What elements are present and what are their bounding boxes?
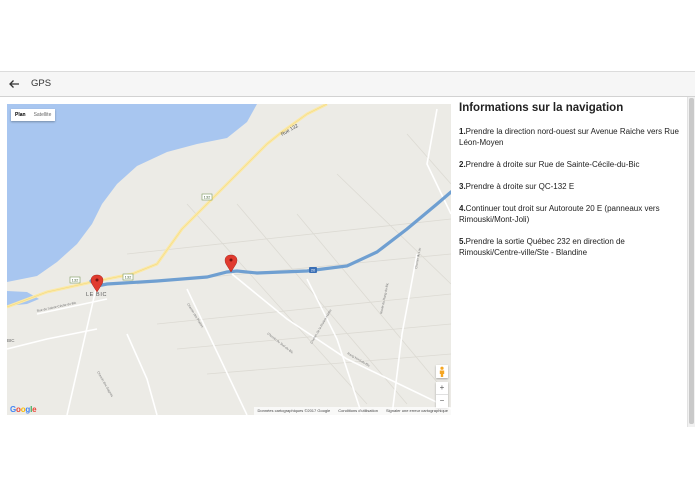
road-label: Chemin des Gagnés [96, 371, 114, 399]
place-label-bic: BIC [7, 338, 15, 343]
app-title: GPS [31, 78, 52, 89]
scrollbar[interactable] [687, 97, 695, 427]
navigation-step: 1.Prendre la direction nord-ouest sur Av… [459, 126, 687, 148]
arrow-left-icon[interactable] [6, 76, 22, 92]
map-type-control: Plan Satellite [11, 109, 56, 121]
map-type-plan-button[interactable]: Plan [11, 109, 30, 121]
road-label: Route du Rang-du-Bic [379, 282, 390, 314]
route-20-label: 20 [311, 268, 316, 273]
route-map[interactable]: 132 132 132 20 Rue 132 LE BIC BIC Chemin… [7, 104, 451, 415]
start-marker[interactable] [90, 274, 104, 293]
zoom-in-button[interactable]: + [436, 382, 448, 395]
step-text: Prendre la sortie Québec 232 en directio… [459, 237, 625, 257]
navigation-step: 5.Prendre la sortie Québec 232 en direct… [459, 236, 687, 258]
scrollbar-thumb[interactable] [689, 98, 694, 424]
step-text: Prendre la direction nord-ouest sur Aven… [459, 127, 679, 147]
navigation-step: 2.Prendre à droite sur Rue de Sainte-Céc… [459, 159, 687, 170]
report-error-link[interactable]: Signaler une erreur cartographique [386, 408, 448, 415]
road-label: Chemin de la Rivière-Hâtée [309, 308, 332, 344]
step-number: 3. [459, 182, 466, 191]
google-logo[interactable]: Google [10, 405, 37, 414]
step-number: 4. [459, 204, 466, 213]
step-number: 1. [459, 127, 466, 136]
step-text: Prendre à droite sur QC-132 E [465, 182, 575, 191]
map-canvas[interactable]: 132 132 132 20 Rue 132 LE BIC BIC Chemin… [7, 104, 451, 415]
navigation-title: Informations sur la navigation [459, 102, 624, 114]
map-data-attribution[interactable]: Données cartographiques ©2017 Google [257, 408, 330, 415]
destination-marker[interactable] [224, 254, 238, 273]
road-label: Chemin du Lac [414, 247, 422, 269]
main-content: 132 132 132 20 Rue 132 LE BIC BIC Chemin… [0, 97, 695, 427]
step-text: Prendre à droite sur Rue de Sainte-Cécil… [465, 160, 640, 169]
route-line [89, 190, 451, 288]
map-type-satellite-button[interactable]: Satellite [30, 109, 56, 121]
navigation-step: 3.Prendre à droite sur QC-132 E [459, 181, 687, 192]
terms-link[interactable]: Conditions d'utilisation [338, 408, 378, 415]
town-label: LE BIC [86, 292, 107, 298]
road-label: Chemin du Sud-du-Bic [266, 332, 294, 355]
navigation-panel: Informations sur la navigation 1.Prendre… [459, 102, 687, 269]
zoom-control: + − [436, 382, 448, 408]
navigation-step: 4.Continuer tout droit sur Autoroute 20 … [459, 203, 687, 225]
parcel-lines [126, 133, 451, 405]
route-132-label: 132 [72, 278, 79, 283]
route-132-label: 132 [125, 275, 132, 280]
step-number: 2. [459, 160, 466, 169]
map-attribution: Données cartographiques ©2017 Google Con… [254, 407, 451, 415]
street-view-pegman-icon[interactable] [436, 365, 448, 378]
step-text: Continuer tout droit sur Autoroute 20 E … [459, 204, 660, 224]
app-bar: GPS [0, 71, 695, 97]
step-number: 5. [459, 237, 466, 246]
route-132-label: 132 [204, 195, 211, 200]
